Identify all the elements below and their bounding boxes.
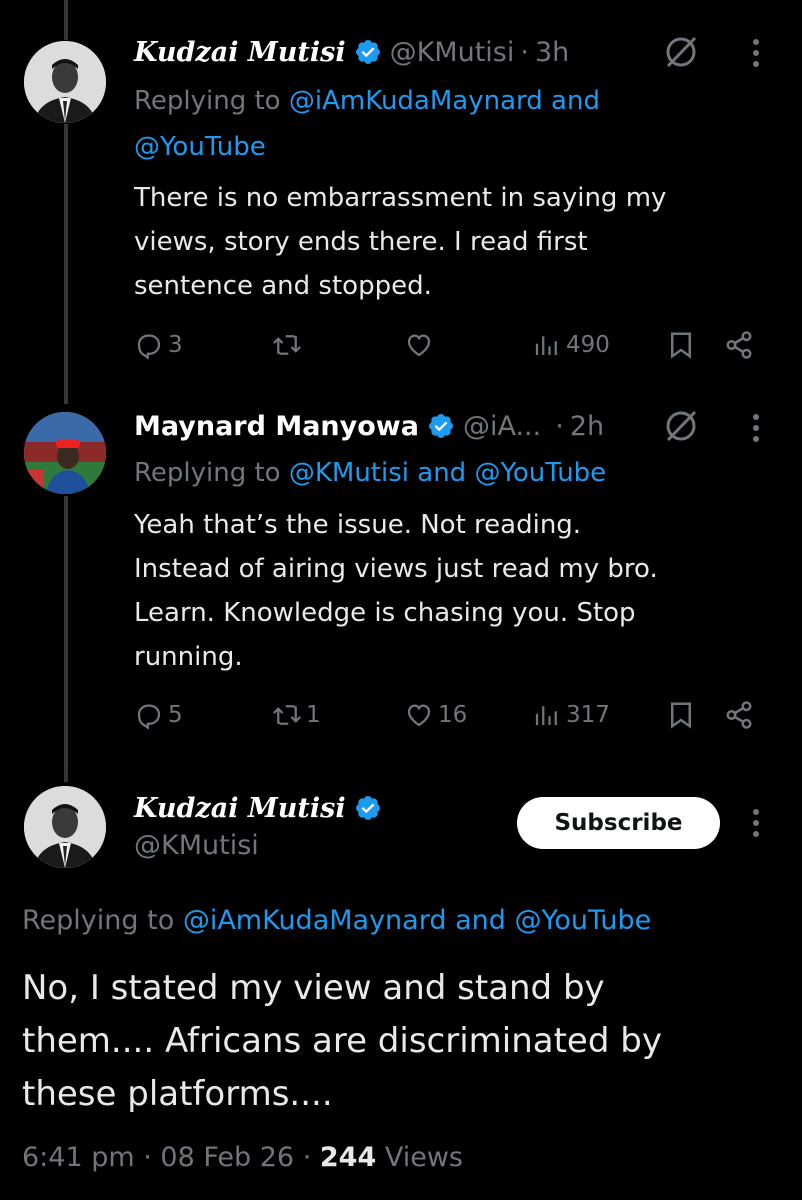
thread-line-1 bbox=[64, 124, 68, 404]
reply-button[interactable]: 3 bbox=[134, 330, 183, 360]
reply-icon bbox=[137, 334, 161, 360]
retweet-icon bbox=[273, 335, 301, 355]
main-text-line: No, I stated my view and stand by bbox=[22, 968, 605, 1008]
main-views-label: Views bbox=[384, 1142, 463, 1173]
tweet2-text-line: running. bbox=[134, 642, 243, 672]
reply-count: 3 bbox=[168, 332, 183, 358]
meta-dot: · bbox=[302, 1142, 320, 1173]
like-button[interactable]: 16 bbox=[404, 700, 467, 730]
tweet1-replying-to: Replying to @iAmKudaMaynard and @YouTube bbox=[134, 78, 774, 170]
main-meta: 6:41 pm · 08 Feb 26 · 244 Views bbox=[22, 1142, 463, 1173]
verified-badge-icon bbox=[427, 412, 455, 440]
tweet2-header: Maynard Manyowa @iA... · 2h bbox=[134, 404, 604, 448]
share-button[interactable] bbox=[724, 330, 754, 360]
main-date[interactable]: 08 Feb 26 bbox=[160, 1142, 294, 1173]
more-icon[interactable] bbox=[752, 808, 760, 838]
retweet-button[interactable] bbox=[272, 330, 306, 360]
main-replying-to: Replying to @iAmKudaMaynard and @YouTube bbox=[22, 898, 651, 944]
avatar-kudzai-main[interactable] bbox=[24, 786, 106, 868]
bookmark-button[interactable] bbox=[666, 700, 696, 730]
reply-count: 5 bbox=[168, 702, 183, 728]
tweet1-dot: · bbox=[520, 36, 529, 68]
retweet-icon bbox=[273, 705, 301, 725]
replying-mentions-2[interactable]: @YouTube bbox=[134, 132, 266, 162]
tweet2-replying-to: Replying to @KMutisi and @YouTube bbox=[134, 450, 774, 496]
tweet1-text: There is no embarrassment in saying my v… bbox=[134, 176, 784, 308]
main-views-count: 244 bbox=[319, 1142, 377, 1173]
like-button[interactable] bbox=[404, 330, 438, 360]
replying-prefix: Replying to bbox=[22, 905, 175, 936]
meta-dot: · bbox=[143, 1142, 161, 1173]
bookmark-icon bbox=[671, 332, 691, 359]
main-time[interactable]: 6:41 pm bbox=[22, 1142, 135, 1173]
like-icon bbox=[407, 704, 431, 727]
tweet2-author-name[interactable]: Maynard Manyowa bbox=[134, 411, 419, 442]
tweet1-header: Kudzai Mutisi @KMutisi · 3h bbox=[134, 30, 569, 74]
retweet-button[interactable]: 1 bbox=[272, 700, 321, 730]
like-icon bbox=[407, 334, 431, 357]
more-icon[interactable] bbox=[752, 413, 760, 443]
tweet2-actions: 5 1 16 317 bbox=[134, 700, 764, 740]
tweet1-actions: 3 490 bbox=[134, 330, 764, 370]
views-count: 317 bbox=[566, 702, 610, 728]
bookmark-button[interactable] bbox=[666, 330, 696, 360]
tweet1-text-line: views, story ends there. I read first bbox=[134, 227, 588, 257]
avatar-maynard[interactable] bbox=[24, 412, 106, 494]
tweet2-time[interactable]: 2h bbox=[570, 411, 604, 442]
tweet1-text-line: sentence and stopped. bbox=[134, 271, 432, 301]
retweet-count: 1 bbox=[306, 702, 321, 728]
reply-icon bbox=[137, 704, 161, 730]
main-author-name[interactable]: Kudzai Mutisi bbox=[134, 793, 346, 824]
tweet1-text-line: There is no embarrassment in saying my bbox=[134, 183, 667, 213]
more-icon[interactable] bbox=[752, 38, 760, 68]
reply-button[interactable]: 5 bbox=[134, 700, 183, 730]
replying-prefix: Replying to bbox=[134, 86, 281, 116]
thread-line-top bbox=[64, 0, 68, 40]
replying-mentions[interactable]: @iAmKudaMaynard and @YouTube bbox=[183, 905, 651, 936]
views-icon bbox=[535, 336, 557, 355]
share-icon bbox=[726, 701, 752, 729]
main-text-line: them.... Africans are discriminated by bbox=[22, 1021, 662, 1061]
replying-mentions[interactable]: @KMutisi and @YouTube bbox=[289, 458, 606, 488]
tweet2-dot: · bbox=[555, 410, 564, 442]
grok-icon[interactable] bbox=[662, 33, 700, 71]
avatar-kudzai[interactable] bbox=[24, 41, 106, 123]
tweet2-handle[interactable]: @iA... bbox=[463, 411, 541, 442]
bookmark-icon bbox=[671, 702, 691, 729]
share-icon bbox=[726, 331, 752, 359]
tweet2-text: Yeah that’s the issue. Not reading. Inst… bbox=[134, 503, 784, 679]
tweet1-author-name[interactable]: Kudzai Mutisi bbox=[134, 37, 346, 68]
avatar-maynard-image bbox=[24, 412, 106, 494]
subscribe-button[interactable]: Subscribe bbox=[517, 797, 720, 849]
grok-icon[interactable] bbox=[662, 407, 700, 445]
tweet1-time[interactable]: 3h bbox=[535, 37, 569, 68]
tweet2-text-line: Learn. Knowledge is chasing you. Stop bbox=[134, 598, 636, 628]
main-tweet-text: No, I stated my view and stand by them..… bbox=[22, 962, 782, 1121]
verified-badge-icon bbox=[354, 794, 382, 822]
views-button[interactable]: 317 bbox=[532, 700, 610, 730]
views-button[interactable]: 490 bbox=[532, 330, 610, 360]
tweet1-handle[interactable]: @KMutisi bbox=[390, 37, 515, 68]
main-text-line: these platforms.... bbox=[22, 1074, 333, 1114]
tweet2-text-line: Instead of airing views just read my bro… bbox=[134, 554, 658, 584]
replying-mentions[interactable]: @iAmKudaMaynard and bbox=[289, 86, 600, 116]
avatar-kudzai-main-image bbox=[24, 786, 106, 868]
avatar-kudzai-image bbox=[24, 41, 106, 123]
views-count: 490 bbox=[566, 332, 610, 358]
views-icon bbox=[535, 706, 557, 725]
like-count: 16 bbox=[438, 702, 468, 728]
main-header: Kudzai Mutisi bbox=[134, 786, 390, 830]
share-button[interactable] bbox=[724, 700, 754, 730]
tweet2-text-line: Yeah that’s the issue. Not reading. bbox=[134, 510, 582, 540]
thread-line-2 bbox=[64, 496, 68, 782]
verified-badge-icon bbox=[354, 38, 382, 66]
main-handle[interactable]: @KMutisi bbox=[134, 830, 259, 861]
replying-prefix: Replying to bbox=[134, 458, 281, 488]
